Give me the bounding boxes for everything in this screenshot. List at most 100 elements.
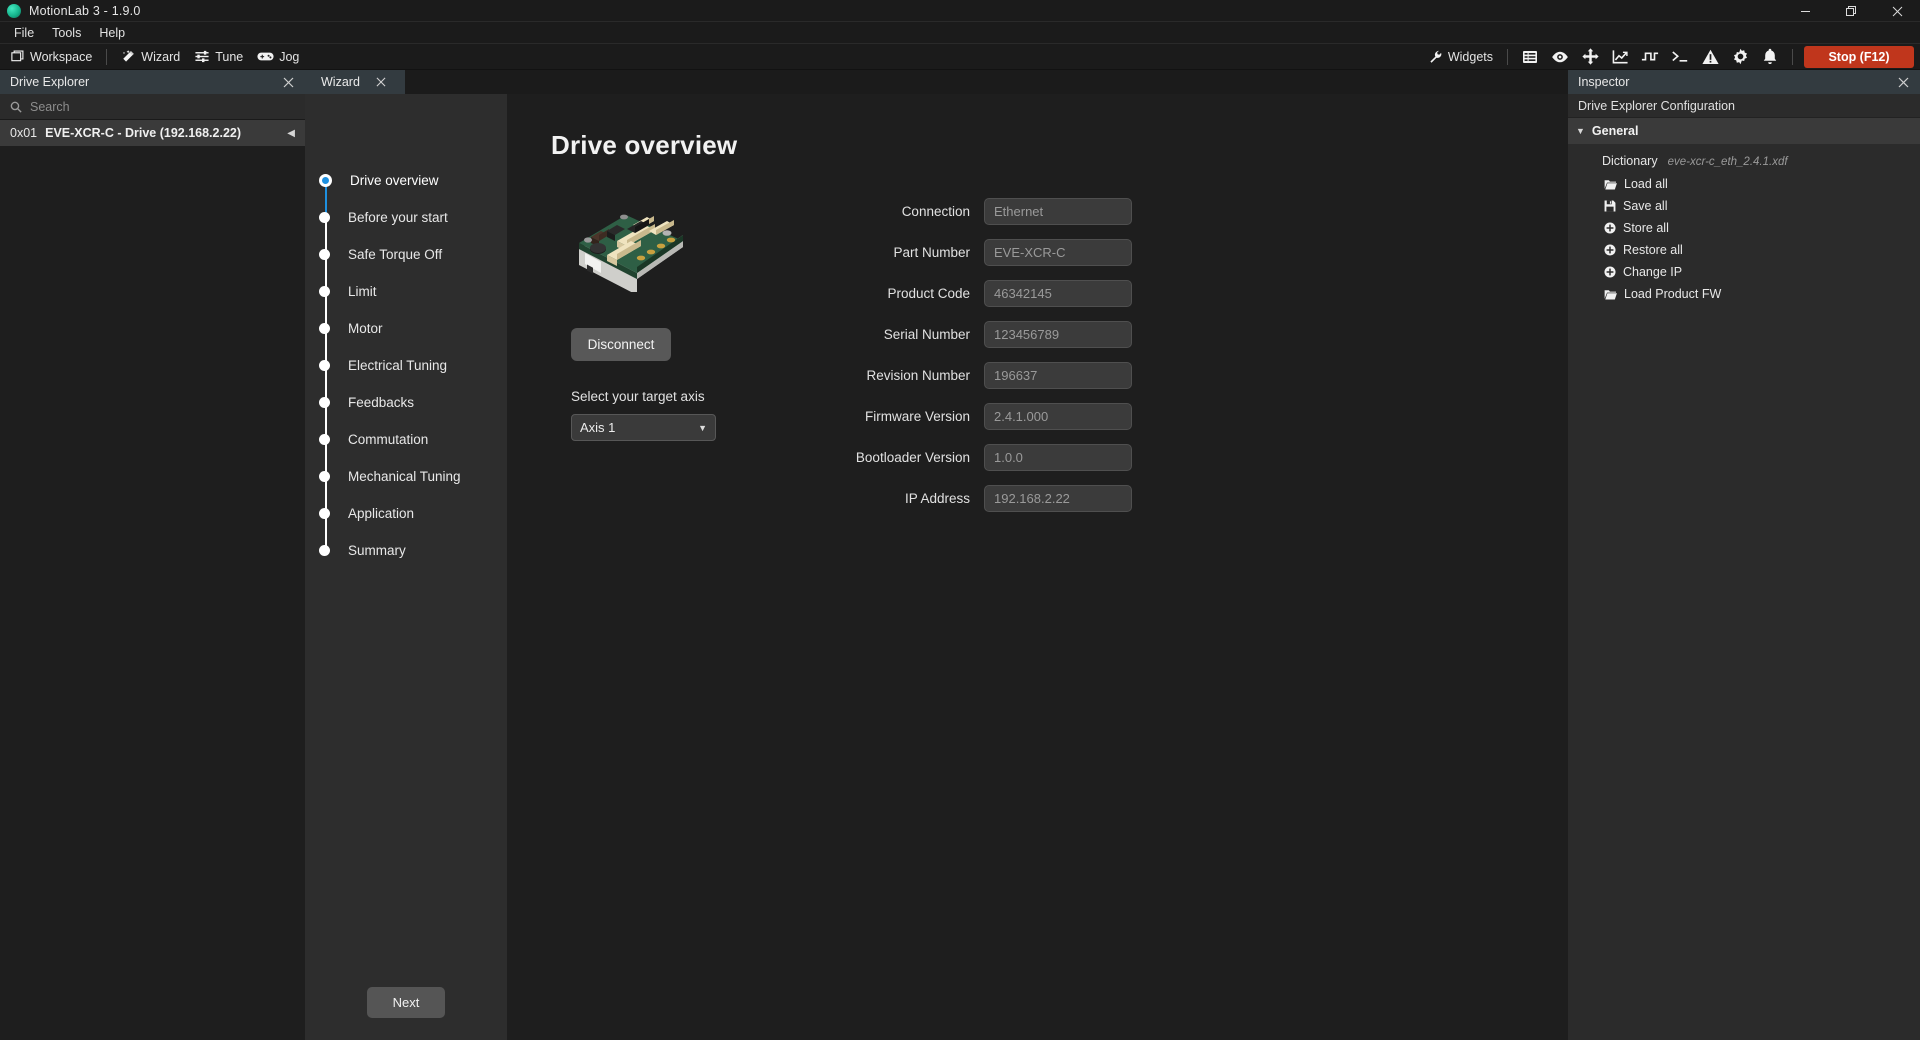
inspector-action-save-all[interactable]: Save all: [1594, 195, 1920, 217]
field-label: Revision Number: [819, 368, 984, 383]
inspector-action-change-ip[interactable]: Change IP: [1594, 261, 1920, 283]
drive-list-item[interactable]: 0x01 EVE-XCR-C - Drive (192.168.2.22) ◀: [0, 120, 305, 146]
toolbar-widgets-button[interactable]: Widgets: [1422, 47, 1500, 67]
target-axis-select[interactable]: Axis 1 ▼: [571, 414, 716, 441]
toolbar-jog-button[interactable]: Jog: [250, 47, 306, 67]
bell-icon[interactable]: [1755, 46, 1785, 68]
chevron-down-icon: ▼: [698, 423, 707, 433]
toolbar-tune-button[interactable]: Tune: [187, 46, 250, 67]
window-title: MotionLab 3 - 1.9.0: [29, 4, 141, 18]
action-label: Restore all: [1623, 243, 1683, 257]
wizard-step-commutation[interactable]: Commutation: [305, 421, 507, 458]
field-revision-number: Revision Number 196637: [819, 355, 1132, 396]
step-label: Limit: [348, 284, 377, 299]
wizard-step-electrical-tuning[interactable]: Electrical Tuning: [305, 347, 507, 384]
action-label: Store all: [1623, 221, 1669, 235]
wizard-step-drive-overview[interactable]: Drive overview: [305, 162, 507, 199]
close-icon[interactable]: [376, 77, 386, 87]
field-value[interactable]: 192.168.2.22: [984, 485, 1132, 512]
field-value[interactable]: 2.4.1.000: [984, 403, 1132, 430]
field-value[interactable]: EVE-XCR-C: [984, 239, 1132, 266]
action-label: Change IP: [1623, 265, 1682, 279]
field-label: Bootloader Version: [819, 450, 984, 465]
step-label: Electrical Tuning: [348, 358, 447, 373]
wizard-step-mechanical-tuning[interactable]: Mechanical Tuning: [305, 458, 507, 495]
step-label: Feedbacks: [348, 395, 414, 410]
inspector-title: Inspector: [1578, 75, 1894, 89]
field-value[interactable]: Ethernet: [984, 198, 1132, 225]
wizard-step-limit[interactable]: Limit: [305, 273, 507, 310]
menu-tools[interactable]: Tools: [43, 23, 90, 43]
close-icon[interactable]: [279, 73, 297, 91]
step-dot: [319, 286, 330, 297]
inspector-action-load-all[interactable]: Load all: [1594, 173, 1920, 195]
square-wave-icon[interactable]: [1635, 46, 1665, 68]
stepper-footer: Next: [305, 569, 507, 1040]
step-dot: [319, 434, 330, 445]
wizard-step-summary[interactable]: Summary: [305, 532, 507, 569]
page-title: Drive overview: [551, 130, 1568, 161]
drive-explorer-search-row: [0, 94, 305, 120]
wizard-step-application[interactable]: Application: [305, 495, 507, 532]
field-label: Connection: [819, 204, 984, 219]
inspector-action-store-all[interactable]: Store all: [1594, 217, 1920, 239]
disconnect-button[interactable]: Disconnect: [571, 328, 671, 361]
field-value[interactable]: 1.0.0: [984, 444, 1132, 471]
step-dot: [319, 360, 330, 371]
menu-file[interactable]: File: [5, 23, 43, 43]
drive-address: 0x01: [10, 126, 37, 140]
window-controls: [1782, 0, 1920, 22]
step-dot: [319, 471, 330, 482]
action-label: Save all: [1623, 199, 1667, 213]
action-label: Load all: [1624, 177, 1668, 191]
toolbar-divider-2: [1507, 49, 1508, 65]
inspector-action-restore-all[interactable]: Restore all: [1594, 239, 1920, 261]
target-axis-value: Axis 1: [580, 420, 698, 435]
minimize-icon[interactable]: [1782, 0, 1828, 22]
drive-name: EVE-XCR-C - Drive (192.168.2.22): [45, 126, 279, 140]
gear-icon[interactable]: [1725, 46, 1755, 68]
eye-icon[interactable]: [1545, 46, 1575, 68]
dictionary-label: Dictionary: [1602, 154, 1658, 168]
folder-open-icon: [1604, 289, 1617, 300]
field-value[interactable]: 196637: [984, 362, 1132, 389]
restore-icon[interactable]: [1828, 0, 1874, 22]
move-arrows-icon[interactable]: [1575, 46, 1605, 68]
inspector-group-label: General: [1592, 124, 1639, 138]
wizard-step-motor[interactable]: Motor: [305, 310, 507, 347]
overview-columns: Disconnect Select your target axis Axis …: [551, 191, 1568, 519]
register-table-icon[interactable]: [1515, 46, 1545, 68]
chevron-left-icon[interactable]: ◀: [287, 128, 295, 139]
wizard-content: Drive overview: [507, 94, 1568, 1040]
tab-wizard[interactable]: Wizard: [305, 70, 405, 94]
toolbar-divider-3: [1792, 49, 1793, 65]
wizard-view: Drive overview Before your start Safe To…: [305, 94, 1568, 1040]
step-dot: [319, 397, 330, 408]
chart-line-icon[interactable]: [1605, 46, 1635, 68]
toolbar-workspace-button[interactable]: Workspace: [4, 47, 99, 67]
toolbar-wizard-label: Wizard: [141, 50, 180, 64]
field-value[interactable]: 46342145: [984, 280, 1132, 307]
wizard-step-safe-torque-off[interactable]: Safe Torque Off: [305, 236, 507, 273]
step-label: Before your start: [348, 210, 448, 225]
menu-help[interactable]: Help: [90, 23, 134, 43]
step-dot: [319, 249, 330, 260]
tab-wizard-label: Wizard: [321, 75, 360, 89]
wizard-step-feedbacks[interactable]: Feedbacks: [305, 384, 507, 421]
wizard-step-before-your-start[interactable]: Before your start: [305, 199, 507, 236]
terminal-icon[interactable]: [1665, 46, 1695, 68]
field-value[interactable]: 123456789: [984, 321, 1132, 348]
close-icon[interactable]: [1894, 73, 1912, 91]
action-label: Load Product FW: [1624, 287, 1721, 301]
close-icon[interactable]: [1874, 0, 1920, 22]
inspector-action-load-product-fw[interactable]: Load Product FW: [1594, 283, 1920, 305]
search-input[interactable]: [30, 100, 295, 114]
inspector-group-general[interactable]: ▼ General: [1568, 118, 1920, 144]
step-dot: [319, 174, 332, 187]
toolbar-workspace-label: Workspace: [30, 50, 92, 64]
warning-triangle-icon[interactable]: [1695, 46, 1725, 68]
next-button[interactable]: Next: [367, 987, 446, 1018]
search-icon: [10, 101, 22, 113]
stop-button[interactable]: Stop (F12): [1804, 46, 1914, 68]
toolbar-wizard-button[interactable]: Wizard: [114, 46, 187, 67]
